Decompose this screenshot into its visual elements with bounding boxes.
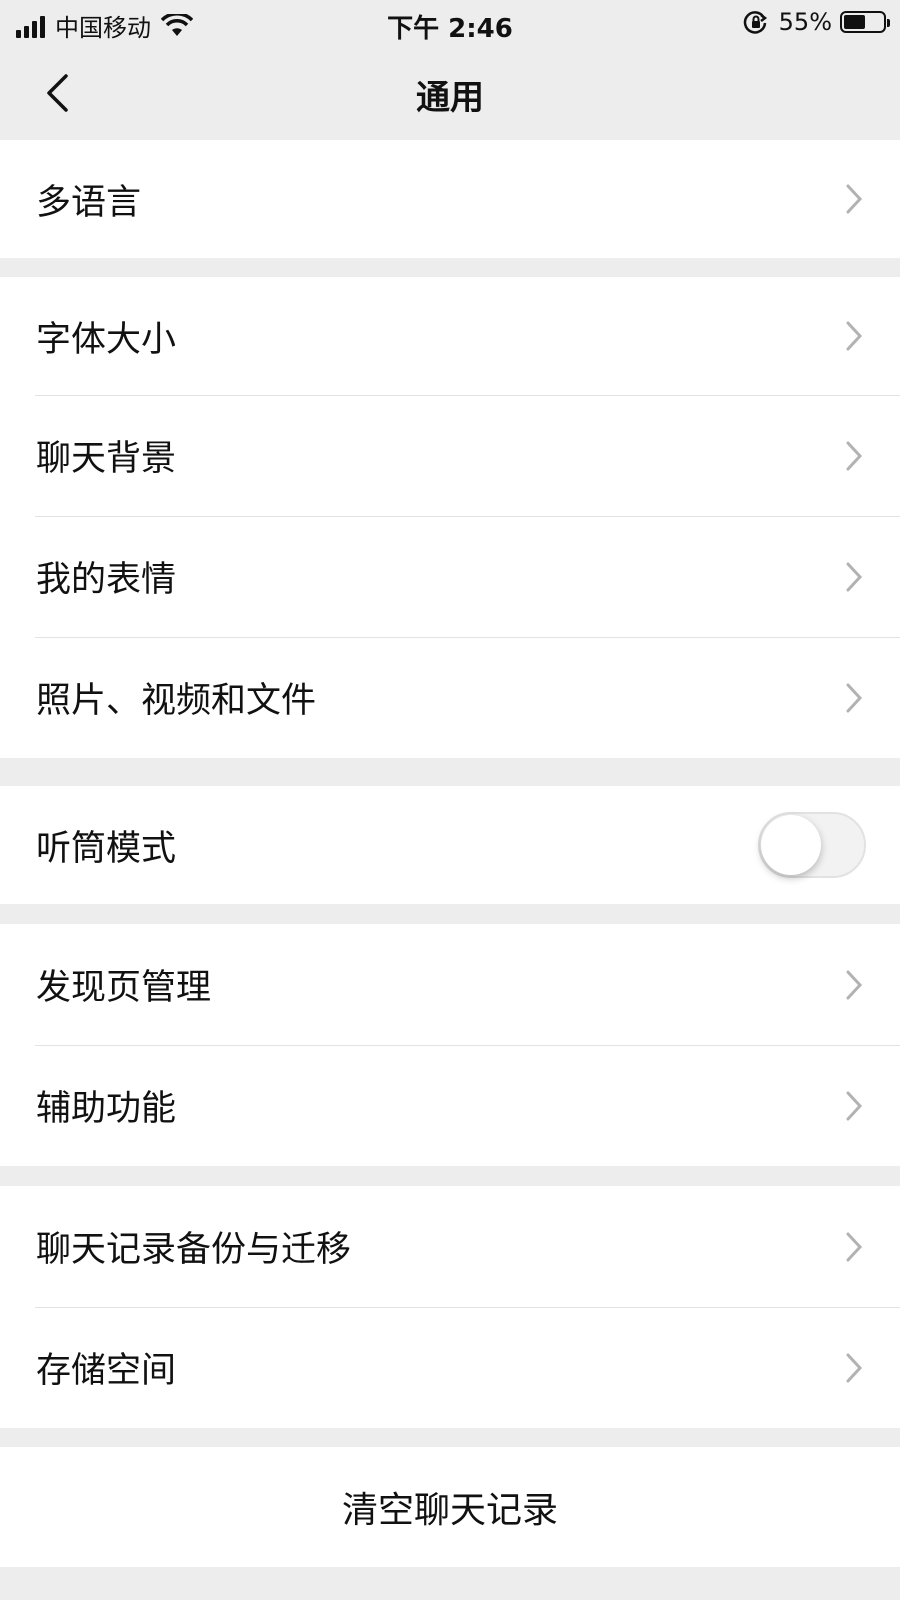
row-chat-backup[interactable]: 聊天记录备份与迁移: [0, 1186, 900, 1307]
row-language[interactable]: 多语言: [0, 140, 900, 258]
nav-bar: 通用: [0, 46, 900, 140]
chevron-right-icon: [846, 184, 863, 214]
clear-chat-history-button[interactable]: 清空聊天记录: [0, 1447, 900, 1567]
settings-group-display: 字体大小 聊天背景 我的表情 照片、视频和文件: [0, 277, 900, 758]
settings-group-language: 多语言: [0, 140, 900, 258]
row-storage[interactable]: 存储空间: [0, 1307, 900, 1428]
row-label: 存储空间: [36, 1351, 177, 1391]
page-title: 通用: [416, 78, 484, 118]
chevron-right-icon: [846, 441, 863, 470]
chevron-right-icon: [846, 683, 863, 712]
row-font-size[interactable]: 字体大小: [0, 277, 900, 395]
clear-chat-history-label: 清空聊天记录: [341, 1490, 558, 1531]
row-my-stickers[interactable]: 我的表情: [0, 516, 900, 637]
battery-icon: [840, 11, 890, 33]
chevron-right-icon: [846, 562, 863, 591]
settings-group-earpiece: 听筒模式: [0, 786, 900, 904]
row-label: 发现页管理: [36, 968, 212, 1008]
settings-group-storage: 聊天记录备份与迁移 存储空间: [0, 1186, 900, 1428]
earpiece-mode-toggle[interactable]: [758, 812, 866, 878]
row-label: 照片、视频和文件: [36, 681, 317, 721]
row-discover-management[interactable]: 发现页管理: [0, 924, 900, 1045]
row-label: 多语言: [36, 182, 142, 223]
chevron-right-icon: [846, 1232, 863, 1261]
row-chat-background[interactable]: 聊天背景: [0, 395, 900, 516]
chevron-right-icon: [846, 970, 863, 999]
row-label: 字体大小: [36, 319, 177, 360]
row-accessibility[interactable]: 辅助功能: [0, 1045, 900, 1166]
row-photos-videos-files[interactable]: 照片、视频和文件: [0, 637, 900, 758]
row-label: 聊天背景: [36, 439, 177, 479]
settings-group-discover: 发现页管理 辅助功能: [0, 924, 900, 1166]
status-bar: 中国移动 下午 2:46 55%: [0, 0, 900, 46]
row-label: 我的表情: [36, 560, 177, 600]
chevron-right-icon: [846, 1091, 863, 1120]
toggle-knob: [761, 815, 821, 875]
status-right: 55%: [743, 8, 890, 36]
row-label: 聊天记录备份与迁移: [36, 1230, 352, 1270]
chevron-right-icon: [846, 1353, 863, 1382]
battery-percent: 55%: [778, 8, 832, 36]
chevron-right-icon: [846, 321, 863, 351]
row-earpiece-mode: 听筒模式: [0, 786, 900, 904]
row-label: 辅助功能: [36, 1089, 177, 1129]
orientation-lock-icon: [743, 11, 767, 34]
battery-fill: [844, 15, 865, 29]
row-label: 听筒模式: [36, 828, 177, 869]
